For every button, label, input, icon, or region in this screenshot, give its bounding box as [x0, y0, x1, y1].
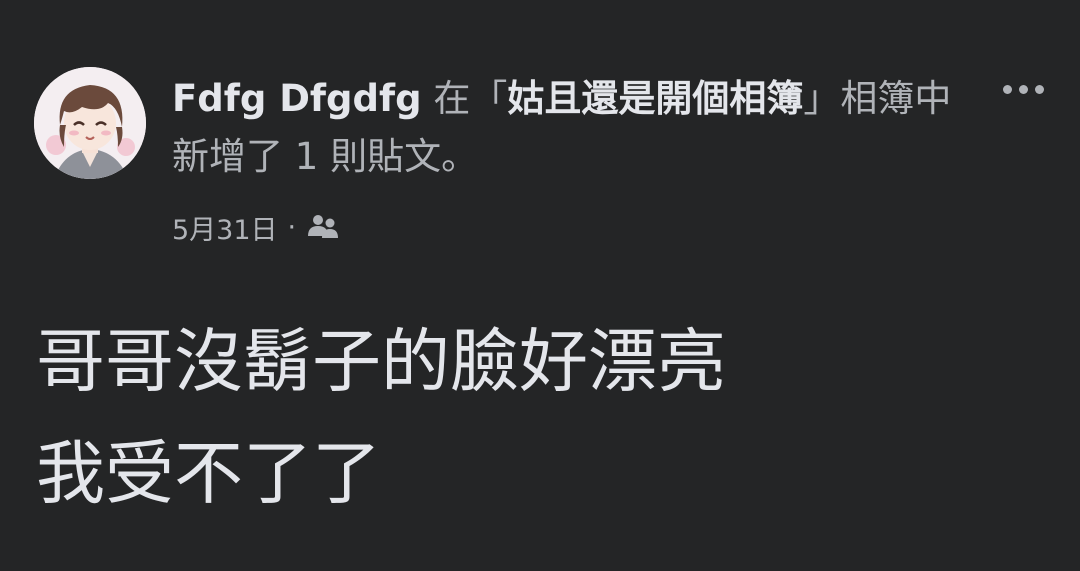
post-body: 哥哥沒鬍子的臉好漂亮 我受不了了 — [36, 306, 1036, 530]
post-meta: 5月31日 · — [172, 205, 340, 249]
more-options-icon — [1002, 84, 1012, 94]
action-prefix: 在「 — [421, 77, 508, 120]
avatar-illustration — [34, 67, 146, 179]
post-body-line-2: 我受不了了 — [36, 434, 381, 514]
more-options-icon-dot — [1034, 84, 1044, 94]
post-header: Fdfg Dfgdfg 在「姑且還是開個相簿」相簿中新增了 1 則貼文。 — [172, 70, 962, 186]
post-body-line-1: 哥哥沒鬍子的臉好漂亮 — [36, 322, 726, 402]
meta-separator: · — [287, 211, 297, 243]
more-options-icon-dot — [1018, 84, 1028, 94]
post-date[interactable]: 5月31日 — [172, 208, 278, 247]
more-options-button[interactable] — [992, 68, 1054, 110]
author-name[interactable]: Fdfg Dfgdfg — [172, 77, 422, 120]
post-card: Fdfg Dfgdfg 在「姑且還是開個相簿」相簿中新增了 1 則貼文。 5月3… — [0, 0, 1080, 571]
friends-icon[interactable] — [306, 212, 340, 242]
album-link[interactable]: 姑且還是開個相簿 — [507, 77, 803, 120]
author-avatar[interactable] — [34, 67, 146, 179]
